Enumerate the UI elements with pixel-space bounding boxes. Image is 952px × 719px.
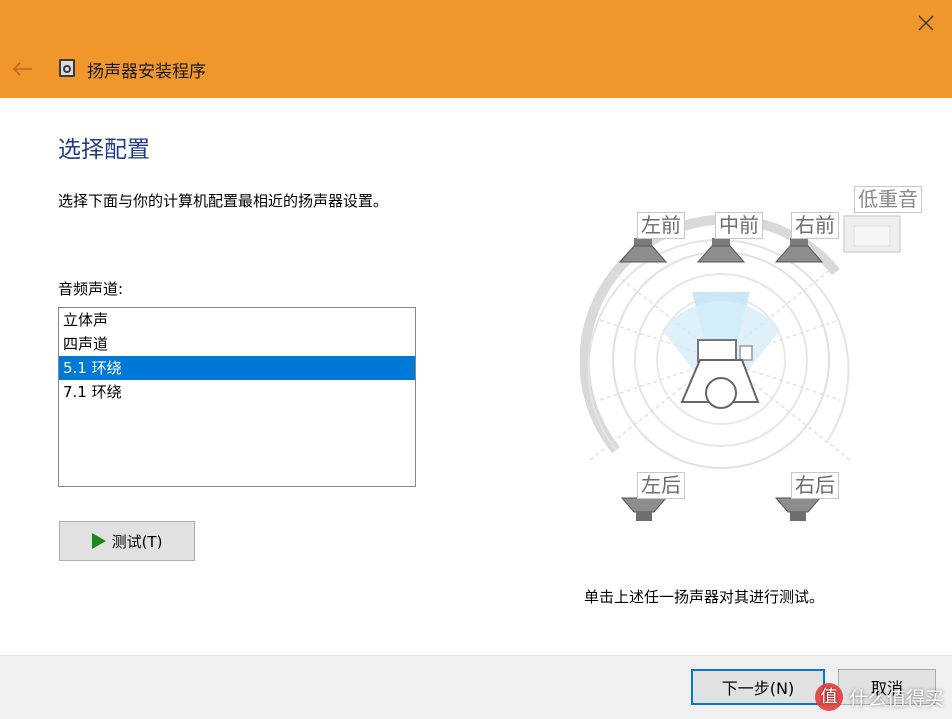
back-arrow-icon <box>12 62 32 76</box>
window-title: 扬声器安装程序 <box>87 62 206 82</box>
close-icon <box>918 15 934 31</box>
speaker-label-subwoofer[interactable]: 低重音 <box>854 186 922 213</box>
channels-listbox[interactable]: 立体声 四声道 5.1 环绕 7.1 环绕 <box>58 307 416 487</box>
test-instruction: 单击上述任一扬声器对其进行测试。 <box>584 588 825 606</box>
back-button[interactable] <box>6 54 38 84</box>
watermark-text: 什么值得买 <box>848 687 944 710</box>
channels-label: 音频声道: <box>58 280 124 298</box>
speaker-rear-right-icon[interactable] <box>774 497 822 521</box>
surround-diagram-graphic <box>580 214 901 521</box>
speaker-label-front-right[interactable]: 右前 <box>791 212 839 239</box>
page-description: 选择下面与你的计算机配置最相近的扬声器设置。 <box>58 192 389 210</box>
watermark: 值 什么值得买 <box>814 683 944 711</box>
test-button[interactable]: 测试(T) <box>59 521 195 561</box>
speaker-label-rear-right[interactable]: 右后 <box>791 472 839 499</box>
close-button[interactable] <box>900 0 952 46</box>
speaker-label-front-left[interactable]: 左前 <box>637 212 685 239</box>
speaker-app-icon <box>59 59 75 77</box>
page-title: 选择配置 <box>58 137 150 163</box>
channel-item-5-1-surround[interactable]: 5.1 环绕 <box>59 356 415 380</box>
next-button[interactable]: 下一步(N) <box>691 669 825 705</box>
channel-item-stereo[interactable]: 立体声 <box>59 308 415 332</box>
speaker-label-rear-left[interactable]: 左后 <box>637 472 685 499</box>
speaker-subwoofer-icon[interactable] <box>843 215 901 253</box>
speaker-label-front-center[interactable]: 中前 <box>715 212 763 239</box>
channel-item-7-1-surround[interactable]: 7.1 环绕 <box>59 380 415 404</box>
play-icon <box>91 533 106 549</box>
title-bar: 扬声器安装程序 <box>0 0 952 98</box>
speaker-rear-left-icon[interactable] <box>620 497 668 521</box>
speaker-diagram: 左前 中前 右前 低重音 左后 右后 <box>580 180 952 530</box>
test-button-label: 测试(T) <box>111 532 163 551</box>
watermark-logo: 值 <box>814 683 843 711</box>
channel-item-quadraphonic[interactable]: 四声道 <box>59 332 415 356</box>
